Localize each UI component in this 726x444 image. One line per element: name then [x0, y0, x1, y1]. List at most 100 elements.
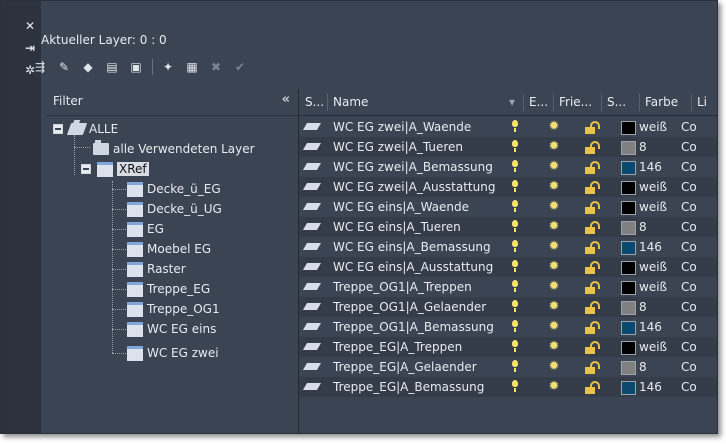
color-swatch[interactable] [621, 361, 636, 375]
sun-icon[interactable]: ✹ [547, 280, 561, 294]
layer-name-cell[interactable]: WC EG eins|A_Tueren [333, 217, 509, 237]
layer-name-cell[interactable]: Treppe_OG1|A_Treppen [333, 277, 509, 297]
color-swatch[interactable] [621, 161, 636, 175]
color-swatch[interactable] [621, 141, 636, 155]
lightbulb-icon[interactable] [512, 140, 518, 152]
linetype-cell[interactable]: Co [681, 197, 697, 217]
color-swatch[interactable] [621, 281, 636, 295]
color-name-cell[interactable]: weiß [639, 337, 667, 357]
tree-node-xref-child[interactable]: Decke_ü_EG [127, 179, 221, 199]
lightbulb-icon[interactable] [512, 360, 518, 372]
color-swatch[interactable] [621, 341, 636, 355]
column-header-linetype[interactable]: Li [697, 89, 717, 115]
unlock-icon[interactable] [585, 241, 600, 254]
layer-filter-icon[interactable]: ◆ [80, 59, 96, 75]
column-separator[interactable] [553, 93, 554, 111]
layer-name-cell[interactable]: Treppe_EG|A_Gelaender [333, 357, 509, 377]
column-separator[interactable] [327, 93, 328, 111]
lightbulb-icon[interactable] [512, 160, 518, 172]
color-name-cell[interactable]: weiß [639, 177, 667, 197]
close-icon[interactable]: ✕ [23, 19, 37, 33]
sun-icon[interactable]: ✹ [547, 240, 561, 254]
linetype-cell[interactable]: Co [681, 177, 697, 197]
unlock-icon[interactable] [585, 381, 600, 394]
tree-node-xref-child[interactable]: WC EG zwei [127, 343, 219, 363]
color-name-cell[interactable]: 146 [639, 157, 662, 177]
color-swatch[interactable] [621, 201, 636, 215]
linetype-cell[interactable]: Co [681, 217, 697, 237]
table-row[interactable]: WC EG eins|A_Bemassung ✹ 146 Co [299, 237, 717, 257]
sun-icon[interactable]: ✹ [547, 120, 561, 134]
layer-name-cell[interactable]: WC EG zwei|A_Ausstattung [333, 177, 509, 197]
layer-name-cell[interactable]: WC EG zwei|A_Tueren [333, 137, 509, 157]
linetype-cell[interactable]: Co [681, 317, 697, 337]
save-icon[interactable]: ▣ [128, 59, 144, 75]
linetype-cell[interactable]: Co [681, 237, 697, 257]
column-header-lock[interactable]: S... [607, 89, 635, 115]
color-name-cell[interactable]: 8 [639, 217, 647, 237]
sun-icon[interactable]: ✹ [547, 320, 561, 334]
table-row[interactable]: WC EG zwei|A_Ausstattung ✹ weiß Co [299, 177, 717, 197]
unlock-icon[interactable] [585, 261, 600, 274]
unlock-icon[interactable] [585, 281, 600, 294]
column-header-color[interactable]: Farbe [645, 89, 689, 115]
table-row[interactable]: Treppe_OG1|A_Bemassung ✹ 146 Co [299, 317, 717, 337]
lightbulb-icon[interactable] [512, 320, 518, 332]
color-name-cell[interactable]: weiß [639, 117, 667, 137]
tree-node-xref-child[interactable]: EG [127, 219, 164, 239]
unlock-icon[interactable] [585, 161, 600, 174]
new-layer-icon[interactable]: ✦ [160, 59, 176, 75]
color-name-cell[interactable]: 8 [639, 357, 647, 377]
sun-icon[interactable]: ✹ [547, 220, 561, 234]
table-row[interactable]: WC EG eins|A_Tueren ✹ 8 Co [299, 217, 717, 237]
tree-node-xref-child[interactable]: Raster [127, 259, 186, 279]
column-separator[interactable] [523, 93, 524, 111]
linetype-cell[interactable]: Co [681, 377, 697, 397]
lightbulb-icon[interactable] [512, 240, 518, 252]
collapse-panel-icon[interactable]: « [282, 92, 290, 107]
sun-icon[interactable]: ✹ [547, 200, 561, 214]
layer-name-cell[interactable]: Treppe_OG1|A_Bemassung [333, 317, 509, 337]
table-row[interactable]: Treppe_OG1|A_Gelaender ✹ 8 Co [299, 297, 717, 317]
column-header-freeze[interactable]: Frie... [559, 89, 601, 115]
delete-layer-icon[interactable]: ✖ [208, 59, 224, 75]
lightbulb-icon[interactable] [512, 340, 518, 352]
color-name-cell[interactable]: weiß [639, 277, 667, 297]
unlock-icon[interactable] [585, 361, 600, 374]
color-swatch[interactable] [621, 381, 636, 395]
color-swatch[interactable] [621, 241, 636, 255]
layer-name-cell[interactable]: WC EG zwei|A_Waende [333, 117, 509, 137]
unlock-icon[interactable] [585, 321, 600, 334]
tree-node-xref-child[interactable]: WC EG eins [127, 319, 216, 339]
color-name-cell[interactable]: 146 [639, 377, 662, 397]
color-name-cell[interactable]: 8 [639, 137, 647, 157]
layer-name-cell[interactable]: WC EG eins|A_Bemassung [333, 237, 509, 257]
color-name-cell[interactable]: weiß [639, 197, 667, 217]
tree-node-xref-child[interactable]: Treppe_OG1 [127, 299, 220, 319]
table-row[interactable]: Treppe_EG|A_Treppen ✹ weiß Co [299, 337, 717, 357]
lightbulb-icon[interactable] [512, 300, 518, 312]
color-name-cell[interactable]: 8 [639, 297, 647, 317]
table-row[interactable]: Treppe_EG|A_Bemassung ✹ 146 Co [299, 377, 717, 397]
layer-properties-icon[interactable]: ✎ [56, 59, 72, 75]
linetype-cell[interactable]: Co [681, 297, 697, 317]
layer-name-cell[interactable]: Treppe_OG1|A_Gelaender [333, 297, 509, 317]
unlock-icon[interactable] [585, 201, 600, 214]
layer-name-cell[interactable]: WC EG zwei|A_Bemassung [333, 157, 509, 177]
color-name-cell[interactable]: weiß [639, 257, 667, 277]
tree-node-xref-child[interactable]: Treppe_EG [127, 279, 210, 299]
sun-icon[interactable]: ✹ [547, 380, 561, 394]
table-row[interactable]: WC EG zwei|A_Waende ✹ weiß Co [299, 117, 717, 137]
layer-group-icon[interactable]: ▤ [104, 59, 120, 75]
column-header-status[interactable]: S... [305, 89, 327, 115]
column-separator[interactable] [601, 93, 602, 111]
tree-node-xref-child[interactable]: Moebel EG [127, 239, 211, 259]
sun-icon[interactable]: ✹ [547, 300, 561, 314]
layer-name-cell[interactable]: Treppe_EG|A_Treppen [333, 337, 509, 357]
unlock-icon[interactable] [585, 301, 600, 314]
tree-node-xref-child[interactable]: Decke_ü_UG [127, 199, 222, 219]
collapse-toggle-icon[interactable] [81, 164, 91, 174]
pin-icon[interactable]: ⇥ [23, 41, 37, 55]
linetype-cell[interactable]: Co [681, 117, 697, 137]
sun-icon[interactable]: ✹ [547, 160, 561, 174]
